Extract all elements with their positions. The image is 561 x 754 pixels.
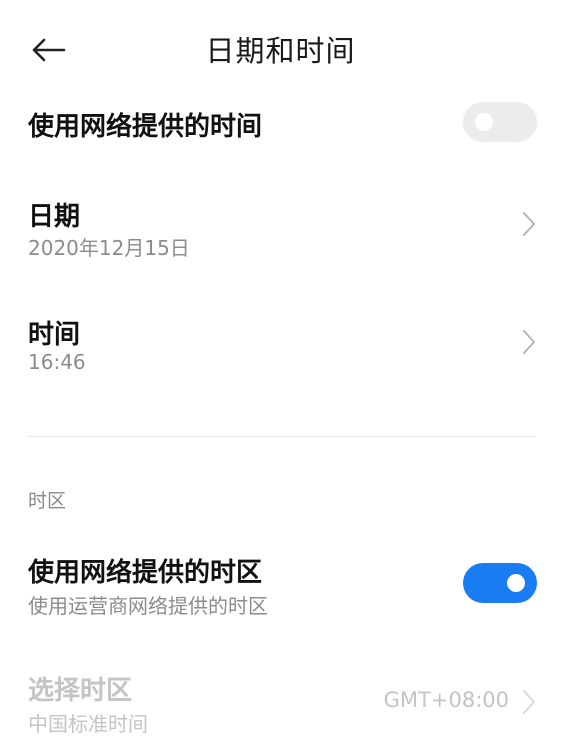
network-time-row[interactable]: 使用网络提供的时间 [0, 96, 561, 152]
select-timezone-row[interactable]: 选择时区 中国标准时间 GMT+08:00 [0, 668, 561, 744]
network-time-toggle[interactable] [463, 102, 537, 142]
time-value: 16:46 [28, 350, 86, 374]
network-timezone-row[interactable]: 使用网络提供的时区 使用运营商网络提供的时区 [0, 550, 561, 626]
network-timezone-title: 使用网络提供的时区 [28, 558, 263, 588]
time-row[interactable]: 时间 16:46 [0, 308, 561, 384]
date-row[interactable]: 日期 2020年12月15日 [0, 190, 561, 266]
network-time-title: 使用网络提供的时间 [28, 112, 263, 142]
chevron-right-icon [523, 690, 535, 714]
chevron-right-icon [523, 330, 535, 354]
section-divider [28, 436, 535, 437]
timezone-value: GMT+08:00 [383, 688, 509, 712]
date-value: 2020年12月15日 [28, 236, 190, 260]
time-title: 时间 [28, 320, 81, 350]
select-timezone-title: 选择时区 [28, 676, 133, 706]
date-title: 日期 [28, 202, 81, 232]
toggle-knob [507, 574, 525, 592]
chevron-right-icon [523, 212, 535, 236]
header-bar: 日期和时间 [0, 0, 561, 100]
timezone-section-label: 时区 [28, 490, 67, 512]
page-title: 日期和时间 [205, 34, 356, 68]
network-timezone-toggle[interactable] [463, 563, 537, 603]
network-timezone-subtitle: 使用运营商网络提供的时区 [28, 594, 268, 618]
toggle-knob [475, 113, 493, 131]
select-timezone-subtitle: 中国标准时间 [28, 712, 148, 736]
